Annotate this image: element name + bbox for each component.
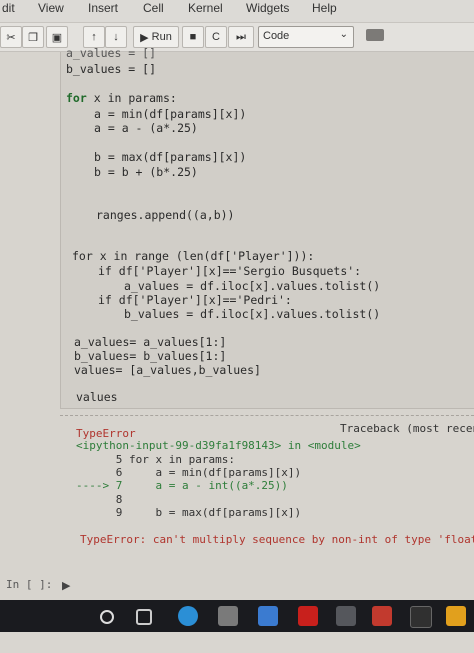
netflix-icon[interactable] [298, 606, 318, 626]
run-button[interactable]: ▶ Run [133, 26, 179, 48]
scissors-icon: ✂ [6, 31, 16, 44]
copy-icon: ❐ [28, 31, 38, 44]
restart-icon: C [212, 31, 220, 43]
traceback-header: Traceback (most recent [340, 422, 474, 435]
menu-bar: dit View Insert Cell Kernel Widgets Help [0, 0, 474, 23]
notebook-area: a_values = [] b_values = [] for x in par… [0, 46, 474, 621]
jupyter-icon[interactable] [410, 606, 432, 628]
code-line: a_values= a_values[1:] [74, 335, 227, 349]
error-message: TypeError: can't multiply sequence by no… [80, 533, 474, 546]
cell-type-value: Code [263, 30, 290, 42]
code-line: a = a - (a*.25) [94, 121, 198, 135]
arrow-up-icon: ↑ [91, 31, 97, 43]
copy-button[interactable]: ❐ [22, 26, 44, 48]
code-line: a = min(df[params][x]) [94, 107, 247, 121]
code-line: for x in range (len(df['Player'])): [72, 249, 315, 263]
input-prompt: In [ ]: [6, 578, 53, 591]
paste-icon: ▣ [51, 31, 63, 44]
traceback-location: <ipython-input-99-d39fa1f98143> in <modu… [76, 439, 361, 452]
code-line: b_values = [] [66, 62, 157, 76]
move-up-button[interactable]: ↑ [83, 26, 105, 48]
store-icon[interactable] [218, 606, 238, 626]
chevron-down-icon: ⌄ [339, 29, 348, 40]
menu-help[interactable]: Help [312, 1, 337, 15]
output-divider [60, 415, 474, 416]
traceback-line: 8 [76, 493, 123, 506]
pycharm-icon[interactable] [446, 606, 466, 626]
app-icon[interactable] [372, 606, 392, 626]
mail-icon[interactable] [258, 606, 278, 626]
fast-forward-icon: ⏭ [236, 30, 246, 43]
restart-button[interactable]: C [205, 26, 227, 48]
menu-cell[interactable]: Cell [143, 1, 164, 15]
code-line: a_values = [] [66, 46, 157, 60]
stop-icon: ■ [189, 31, 197, 43]
menu-view[interactable]: View [38, 1, 64, 15]
paste-button[interactable]: ▣ [46, 26, 68, 48]
run-label: Run [151, 31, 172, 43]
code-line: if df['Player'][x]=='Sergio Busquets': [98, 264, 362, 278]
traceback-line: ----> 7 a = a - int((a*.25)) [76, 479, 288, 492]
keyboard-icon[interactable] [366, 29, 384, 41]
taskbar [0, 600, 474, 632]
menu-insert[interactable]: Insert [88, 1, 118, 15]
move-down-button[interactable]: ↓ [105, 26, 127, 48]
stop-button[interactable]: ■ [182, 26, 204, 48]
cut-button[interactable]: ✂ [0, 26, 22, 48]
code-line: a_values = df.iloc[x].values.tolist() [124, 279, 381, 293]
arrow-down-icon: ↓ [113, 31, 119, 43]
code-line: for x in params: [66, 91, 177, 105]
cursor-icon: ▶ [62, 579, 71, 592]
code-line: if df['Player'][x]=='Pedri': [98, 293, 292, 307]
menu-widgets[interactable]: Widgets [246, 1, 289, 15]
shield-icon[interactable] [336, 606, 356, 626]
code-line: b_values = df.iloc[x].values.tolist() [124, 307, 381, 321]
traceback-line: 5 for x in params: [76, 453, 235, 466]
traceback-line: 6 a = min(df[params][x]) [76, 466, 302, 479]
restart-run-all-button[interactable]: ⏭ [228, 26, 254, 48]
code-line: values= [a_values,b_values] [74, 363, 261, 377]
menu-kernel[interactable]: Kernel [188, 1, 223, 15]
task-view-icon[interactable] [136, 609, 152, 625]
code-line: ranges.append((a,b)) [96, 208, 235, 222]
code-line: b = b + (b*.25) [94, 165, 198, 179]
code-line: values [76, 390, 118, 404]
traceback-line: 9 b = max(df[params][x]) [76, 506, 302, 519]
cell-type-select[interactable]: Code ⌄ [258, 26, 354, 48]
play-icon: ▶ [140, 31, 149, 44]
edge-icon[interactable] [178, 606, 198, 626]
code-line: b = max(df[params][x]) [94, 150, 247, 164]
menu-edit[interactable]: dit [2, 1, 15, 15]
code-line: b_values= b_values[1:] [74, 349, 227, 363]
search-icon[interactable] [100, 610, 114, 624]
